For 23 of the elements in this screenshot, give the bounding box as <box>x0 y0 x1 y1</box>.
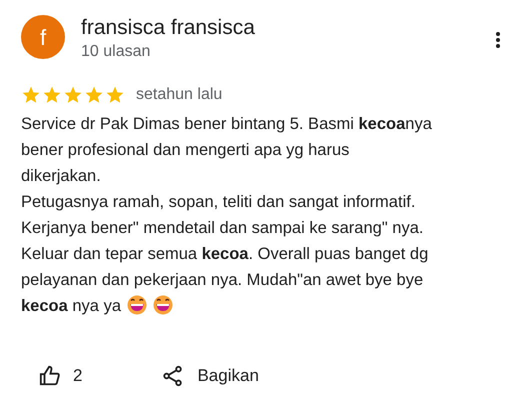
review-text: Kerjanya bener" mendetail dan sampai ke sarang" nya. <box>21 219 424 237</box>
star-icon <box>21 85 41 105</box>
star-icon <box>84 85 104 105</box>
share-icon <box>162 364 184 387</box>
review-count: 10 ulasan <box>81 42 152 62</box>
review-text: bener profesional dan mengerti apa yg harus <box>21 141 350 159</box>
grinning-face-icon <box>153 295 173 315</box>
star-icon <box>105 85 125 105</box>
review-text: dikerjakan. <box>21 167 101 185</box>
thumbs-up-icon <box>39 364 61 387</box>
review-text: Service dr Pak Dimas bener bintang 5. Basmi kecoanya <box>21 115 432 133</box>
review-time: setahun lalu <box>136 85 222 105</box>
reviewer-name[interactable]: fransisca fransisca <box>81 15 255 41</box>
review-text: Petugasnya ramah, sopan, teliti dan sangat informatif. <box>21 193 416 211</box>
star-icon <box>63 85 83 105</box>
review-text: pelayanan dan pekerjaan nya. Mudah"an awet bye bye <box>21 271 424 289</box>
review-text: Keluar dan tepar semua kecoa. Overall puas banget dg <box>21 245 428 263</box>
review-text: kecoa nya ya <box>21 297 121 315</box>
like-button[interactable]: 2 <box>39 363 82 388</box>
grinning-face-icon <box>127 295 147 315</box>
more-options-icon[interactable] <box>496 32 500 48</box>
share-button[interactable]: Bagikan <box>162 363 259 388</box>
star-icon <box>42 85 62 105</box>
